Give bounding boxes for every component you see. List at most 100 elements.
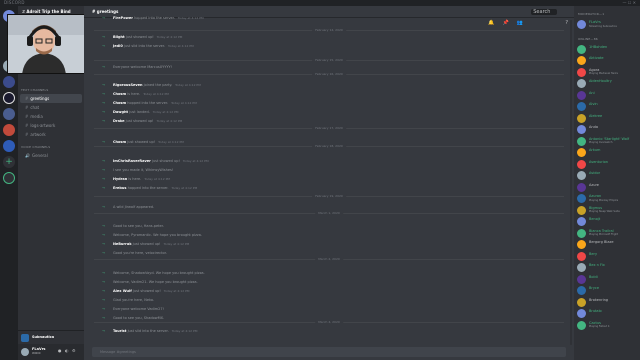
server-icon[interactable] xyxy=(3,140,15,152)
message-row: → Dawght just landed. Today at 4:12 PM xyxy=(102,110,178,115)
avatar[interactable] xyxy=(577,90,586,100)
server-icon[interactable] xyxy=(3,76,15,88)
channel-chat[interactable]: # chat xyxy=(20,103,82,112)
message-author[interactable]: Drake xyxy=(113,119,125,123)
member-item[interactable]: Brutalo xyxy=(574,308,640,320)
gear-icon[interactable]: ⚙ xyxy=(72,348,76,353)
avatar[interactable] xyxy=(577,44,586,54)
message-author[interactable]: Tourist xyxy=(113,329,127,333)
message-author[interactable]: Chosm xyxy=(113,101,126,105)
member-item[interactable]: FLaVrs Streaming Subnautica xyxy=(574,19,640,31)
avatar[interactable] xyxy=(577,136,586,146)
member-item[interactable]: Azuran Playing Monkey Empire xyxy=(574,193,640,205)
message-row: → Alex Wulf just showed up! Today at 4:12 … xyxy=(102,289,189,294)
avatar[interactable] xyxy=(577,194,586,203)
member-item[interactable]: Agora Playing Medieval Tanks xyxy=(574,67,640,79)
member-item[interactable]: Bergorg Blaze xyxy=(574,239,640,251)
text-channels-category[interactable]: TEXT CHANNELS xyxy=(21,88,84,92)
avatar[interactable] xyxy=(577,320,586,330)
avatar[interactable] xyxy=(577,286,586,295)
member-item[interactable]: Avidor xyxy=(574,170,640,182)
channel-artwork[interactable]: # artwork xyxy=(20,130,82,139)
member-item[interactable]: Bianca Trailral Playing Microsoft Flight xyxy=(574,228,640,240)
avatar[interactable] xyxy=(577,228,586,238)
avatar[interactable] xyxy=(577,171,586,180)
avatar[interactable] xyxy=(577,20,586,29)
avatar[interactable] xyxy=(577,102,586,111)
member-item[interactable]: AidenHoultry xyxy=(574,78,640,90)
help-icon[interactable]: ? xyxy=(565,20,568,26)
member-item[interactable]: Alvin xyxy=(574,101,640,113)
add-server-icon[interactable]: + xyxy=(3,156,15,168)
server-icon[interactable] xyxy=(3,108,15,120)
message-author[interactable]: FirePower xyxy=(113,16,133,20)
channel-media[interactable]: # media xyxy=(20,112,82,121)
message-author[interactable]: Chosm xyxy=(113,140,126,144)
avatar[interactable] xyxy=(577,251,586,261)
member-item[interactable]: Cactus Playing Fallout 4 xyxy=(574,320,640,332)
pin-icon[interactable]: 📌 xyxy=(503,20,509,26)
channel-name: greetings xyxy=(96,9,119,14)
voice-channel-general[interactable]: 🔊 General xyxy=(20,151,82,160)
message-author[interactable]: RigorousSeven xyxy=(113,83,143,87)
now-playing-name: Subnautica xyxy=(32,335,55,339)
message-author[interactable]: ImChrisRaverRaver xyxy=(113,159,151,163)
member-item[interactable]: 1HBohden xyxy=(574,44,640,56)
avatar[interactable] xyxy=(21,348,29,356)
headphones-icon[interactable]: ◐ xyxy=(65,348,69,353)
explore-servers-icon[interactable] xyxy=(3,172,15,184)
message-author[interactable]: Erebus xyxy=(113,186,127,190)
avatar[interactable] xyxy=(577,113,586,123)
avatar[interactable] xyxy=(577,182,586,192)
member-item[interactable]: Azure xyxy=(574,182,640,194)
avatar[interactable] xyxy=(577,148,586,157)
avatar[interactable] xyxy=(577,297,586,307)
server-icon[interactable] xyxy=(3,124,15,136)
message-input[interactable]: Message #greetings xyxy=(92,347,566,357)
avatar[interactable] xyxy=(577,263,586,272)
member-item[interactable]: Ani xyxy=(574,90,640,102)
member-item[interactable]: Aventurion xyxy=(574,159,640,171)
search-input[interactable]: Search xyxy=(531,9,558,15)
avatar[interactable] xyxy=(577,274,586,284)
avatar[interactable] xyxy=(577,309,586,318)
avatar[interactable] xyxy=(577,205,586,215)
voice-channels-category[interactable]: VOICE CHANNELS xyxy=(21,145,84,149)
message-author[interactable]: Dawght xyxy=(113,110,128,114)
join-arrow-icon: → xyxy=(102,186,105,190)
avatar[interactable] xyxy=(577,125,586,134)
message-author[interactable]: NeBurrak xyxy=(113,242,132,246)
message-author[interactable]: Alex Wulf xyxy=(113,289,132,293)
channel-logs-artwork[interactable]: # logs-artwork xyxy=(20,121,82,130)
member-item[interactable]: Arkum xyxy=(574,147,640,159)
scrollbar[interactable] xyxy=(570,20,572,345)
message-text: hopped into the server. xyxy=(127,186,169,190)
message-author[interactable]: Chosm xyxy=(113,92,126,96)
avatar[interactable] xyxy=(577,240,586,249)
member-item[interactable]: Bigmus Playing Sleep Walk Suite xyxy=(574,205,640,217)
message-author[interactable]: Blight xyxy=(113,35,125,39)
avatar[interactable] xyxy=(577,79,586,88)
member-item[interactable]: Antonio 'Starlight' Wolf Playing Overwatc… xyxy=(574,136,640,148)
moderator-category: MODERATOR—1 xyxy=(578,12,605,16)
bell-icon[interactable]: 🔔 xyxy=(488,20,494,26)
server-icon[interactable] xyxy=(3,92,15,104)
member-item[interactable]: Benojt xyxy=(574,216,640,228)
message-author[interactable]: Jedi0 xyxy=(113,44,123,48)
avatar[interactable] xyxy=(577,159,586,169)
member-item[interactable]: Bery xyxy=(574,251,640,263)
avatar[interactable] xyxy=(577,67,586,77)
members-icon[interactable]: 👥 xyxy=(517,20,523,26)
member-item[interactable]: Aktivate xyxy=(574,55,640,67)
member-item[interactable]: Bex n Fix xyxy=(574,262,640,274)
member-item[interactable]: Brokenring xyxy=(574,297,640,309)
member-item[interactable]: Bryce xyxy=(574,285,640,297)
member-item[interactable]: Anda xyxy=(574,124,640,136)
member-item[interactable]: Boldi xyxy=(574,274,640,286)
avatar[interactable] xyxy=(577,56,586,65)
avatar[interactable] xyxy=(577,217,586,226)
member-item[interactable]: Alekree xyxy=(574,113,640,125)
mic-icon[interactable]: ● xyxy=(58,348,62,353)
channel-greetings[interactable]: # greetings xyxy=(20,94,82,103)
message-author[interactable]: Hydran xyxy=(113,177,127,181)
